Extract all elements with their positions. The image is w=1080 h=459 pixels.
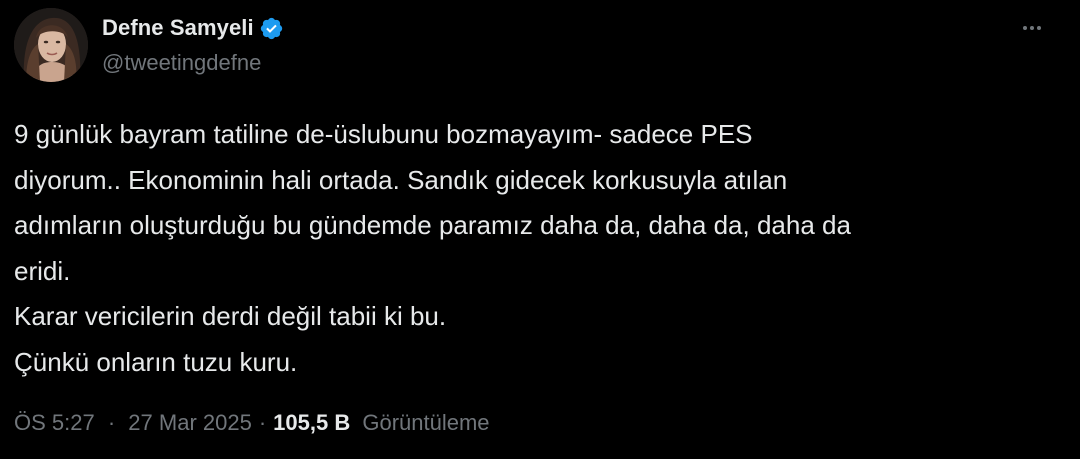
views-count: 105,5 B xyxy=(273,410,351,435)
user-avatar[interactable] xyxy=(14,8,88,82)
more-options-icon xyxy=(1030,26,1034,30)
more-options-icon xyxy=(1023,26,1027,30)
tweet-date: 27 Mar 2025 xyxy=(128,410,252,435)
tweet-card: Defne Samyeli @tweetingdefne 9 günlük ba… xyxy=(0,0,1080,459)
meta-separator: · xyxy=(258,410,267,435)
more-options-button[interactable] xyxy=(1012,12,1052,44)
verified-badge-icon xyxy=(259,16,284,41)
tweet-timestamp-link[interactable]: ÖS 5:27 · 27 Mar 2025 xyxy=(14,410,252,436)
tweet-meta: ÖS 5:27 · 27 Mar 2025 · 105,5 B Görüntül… xyxy=(14,405,490,441)
tweet-text-line: 9 günlük bayram tatiline de-üslubunu boz… xyxy=(14,119,753,149)
views-label: Görüntüleme xyxy=(362,410,490,435)
more-options-icon xyxy=(1037,26,1041,30)
tweet-text: 9 günlük bayram tatiline de-üslubunu boz… xyxy=(14,112,1064,385)
author-display-name[interactable]: Defne Samyeli xyxy=(102,12,254,44)
meta-separator: · xyxy=(107,410,116,435)
tweet-text-line: Karar vericilerin derdi değil tabii ki b… xyxy=(14,301,447,331)
tweet-views-link[interactable]: 105,5 B Görüntüleme xyxy=(273,410,489,436)
author-handle[interactable]: @tweetingdefne xyxy=(102,48,284,78)
tweet-text-line: diyorum.. Ekonominin hali ortada. Sandık… xyxy=(14,164,788,195)
user-avatar-photo xyxy=(14,8,88,82)
tweet-text-line: eridi. xyxy=(14,255,71,286)
tweet-text-line: adımların oluşturduğu bu gündemde paramı… xyxy=(14,210,851,240)
tweet-text-line: Çünkü onların tuzu kuru. xyxy=(14,346,298,377)
author-identity[interactable]: Defne Samyeli @tweetingdefne xyxy=(102,12,284,78)
tweet-time: ÖS 5:27 xyxy=(14,410,95,435)
name-row: Defne Samyeli xyxy=(102,12,284,44)
